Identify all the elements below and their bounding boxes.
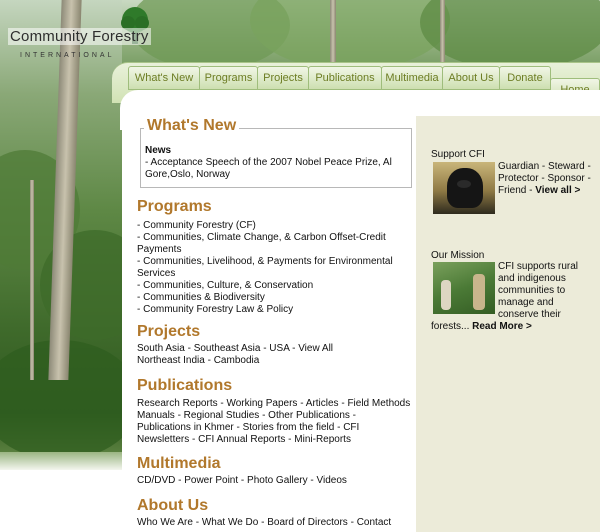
mission-label: Our Mission: [431, 250, 485, 261]
publications-links[interactable]: Research Reports - Working Papers - Arti…: [137, 398, 412, 446]
news-link[interactable]: - Acceptance Speech of the 2007 Nobel Pe…: [145, 157, 395, 181]
project-links-line[interactable]: South Asia - Southeast Asia - USA - View…: [137, 343, 412, 355]
support-label: Support CFI: [431, 149, 485, 160]
projects-heading[interactable]: Projects: [137, 323, 200, 341]
nav-tab-about-us[interactable]: About Us: [442, 66, 500, 90]
about-links[interactable]: Who We Are - What We Do - Board of Direc…: [137, 517, 412, 529]
multimedia-heading[interactable]: Multimedia: [137, 455, 221, 473]
logo-title: Community Forestry: [8, 28, 151, 45]
gorilla-photo[interactable]: [433, 162, 495, 214]
program-link[interactable]: - Communities, Climate Change, & Carbon …: [137, 232, 412, 256]
program-link[interactable]: - Community Forestry Law & Policy: [137, 304, 412, 316]
nav-tab-whats-new[interactable]: What's New: [128, 66, 200, 90]
logo-subtitle: INTERNATIONAL: [20, 52, 115, 59]
programs-heading[interactable]: Programs: [137, 198, 212, 216]
nav-tab-multimedia[interactable]: Multimedia: [381, 66, 443, 90]
read-more-link[interactable]: Read More >: [472, 321, 532, 332]
mission-paragraph: CFI supports rural and indigenous commun…: [431, 261, 591, 333]
publications-heading[interactable]: Publications: [137, 377, 232, 395]
program-link[interactable]: - Community Forestry (CF): [137, 220, 412, 232]
program-link[interactable]: - Communities, Livelihood, & Payments fo…: [137, 256, 412, 280]
projects-links: South Asia - Southeast Asia - USA - View…: [137, 343, 412, 367]
multimedia-links[interactable]: CD/DVD - Power Point - Photo Gallery - V…: [137, 475, 412, 487]
mission-photo-spacer: [431, 261, 498, 311]
sidebar-forest-photo: [0, 0, 122, 470]
nav-tab-donate[interactable]: Donate: [499, 66, 551, 90]
project-links-line[interactable]: Northeast India - Cambodia: [137, 355, 412, 367]
nav-tab-publications[interactable]: Publications: [308, 66, 382, 90]
program-link[interactable]: - Communities, Culture, & Conservation: [137, 280, 412, 292]
view-all-link[interactable]: View all >: [535, 185, 580, 196]
nav-tab-projects[interactable]: Projects: [257, 66, 309, 90]
programs-list: - Community Forestry (CF) - Communities,…: [137, 220, 412, 316]
nav-tab-programs[interactable]: Programs: [199, 66, 258, 90]
whats-new-heading: What's New: [144, 117, 240, 135]
news-label: News: [145, 145, 172, 156]
support-text-block: Guardian - Steward - Protector - Sponsor…: [498, 161, 594, 197]
site-logo[interactable]: Community Forestry INTERNATIONAL: [6, 4, 156, 64]
program-link[interactable]: - Communities & Biodiversity: [137, 292, 412, 304]
about-heading[interactable]: About Us: [137, 497, 208, 515]
